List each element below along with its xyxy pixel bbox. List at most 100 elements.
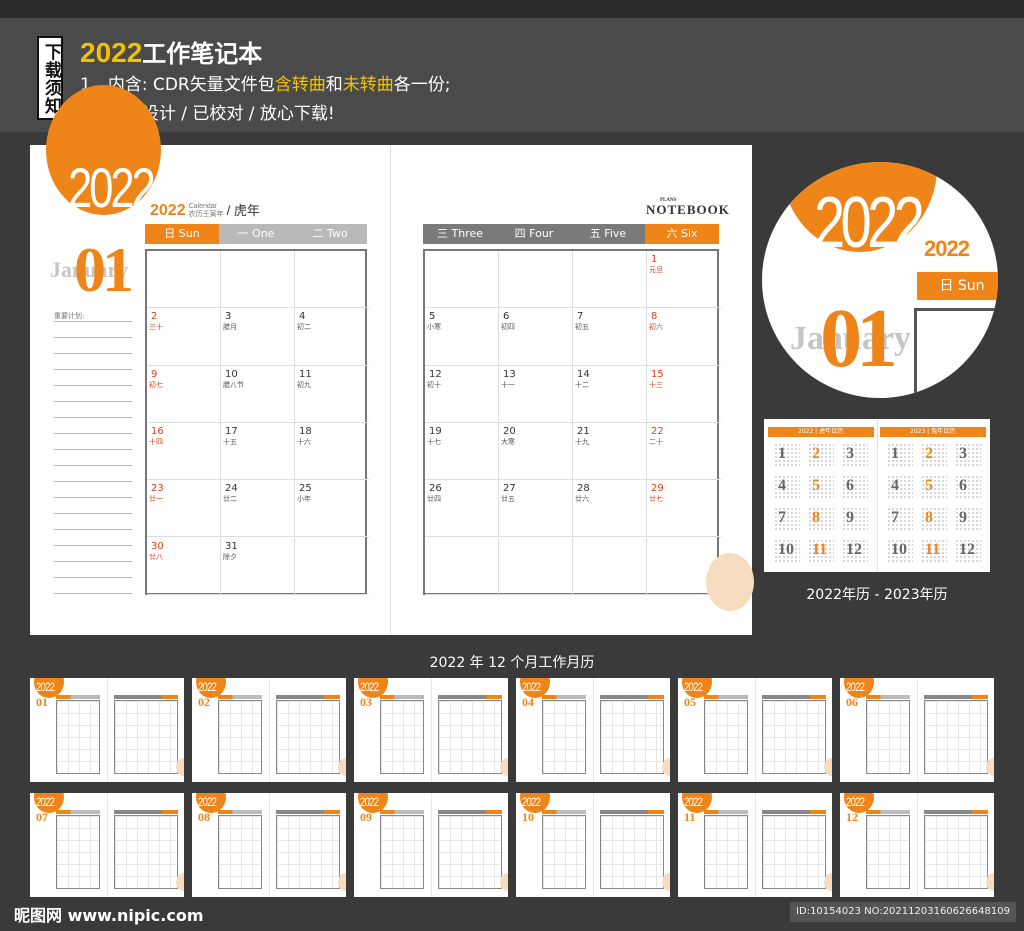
mini-month-number: 8	[812, 509, 820, 526]
day-cell: 27 廿五	[499, 480, 573, 538]
month-thumbnail: 2022 01	[30, 678, 184, 782]
month-number: 01	[74, 234, 134, 305]
mini-month-number: 1	[778, 445, 786, 462]
day-cell: 31 除夕	[221, 537, 295, 595]
thumb-day-bar	[56, 810, 100, 814]
thumb-month-number: 02	[198, 695, 210, 709]
lunar-date: 大寒	[501, 437, 515, 446]
day-number: 8	[651, 311, 658, 323]
day-cell	[499, 537, 573, 595]
thumb-grid-left	[218, 815, 262, 889]
lunar-date: 小年	[297, 495, 311, 504]
day-cell	[295, 538, 369, 595]
day-cell: 7 初五	[573, 308, 647, 366]
mini-month-number: 2	[925, 445, 933, 462]
mini-month-number: 10	[891, 541, 907, 558]
day-cell: 2 三十	[147, 308, 221, 366]
thumb-spine	[431, 793, 432, 897]
thumb-grid-right	[276, 815, 340, 889]
lunar-date: 廿一	[149, 495, 163, 504]
thumb-grid-right	[924, 815, 988, 889]
thumb-grid-right	[762, 815, 826, 889]
thumb-year: 2022	[522, 680, 541, 694]
mini-month-number: 4	[891, 477, 899, 494]
day-cell: 26 廿四	[425, 480, 499, 538]
thumb-month-number: 11	[684, 810, 696, 824]
thumb-day-bar	[380, 695, 424, 699]
plan-line	[54, 577, 132, 578]
thumb-month-number: 05	[684, 695, 696, 709]
day-cell: 23 廿一	[147, 480, 221, 538]
thumb-grid-left	[866, 700, 910, 774]
thumb-day-bar	[924, 695, 988, 699]
site-logo: 昵图网 www.nipic.com	[14, 906, 204, 925]
day-number: 13	[503, 368, 516, 380]
lunar-date: 廿二	[223, 495, 237, 504]
plan-line	[54, 481, 132, 482]
thumb-day-bar	[924, 810, 988, 814]
day-cell	[221, 251, 295, 309]
thumb-grid-left	[866, 815, 910, 889]
thumb-day-bar	[276, 810, 340, 814]
day-cell: 1 元旦	[647, 251, 721, 309]
day-number: 14	[577, 368, 590, 380]
month-thumbnail: 2022 09	[354, 793, 508, 897]
thumb-grid-right	[438, 815, 502, 889]
thumb-year: 2022	[36, 680, 55, 694]
day-number: 9	[151, 368, 158, 380]
thumb-day-bar	[438, 695, 502, 699]
thumb-spine	[269, 793, 270, 897]
plan-line	[54, 401, 132, 402]
lunar-date: 除夕	[223, 552, 237, 561]
tiger-year: / 虎年	[226, 203, 260, 218]
thumb-grid-left	[542, 700, 586, 774]
thumb-grid-right	[924, 700, 988, 774]
lunar-date: 十一	[501, 380, 515, 389]
day-cell	[425, 537, 499, 595]
day-header: 一 One	[219, 224, 293, 244]
notebook-word: NOTEBOOK	[646, 202, 730, 217]
thumb-year: 2022	[684, 680, 703, 694]
thumb-year: 2022	[360, 680, 379, 694]
thumb-spine	[917, 678, 918, 782]
plan-line	[54, 433, 132, 434]
day-number: 1	[651, 254, 658, 265]
plan-label: 重要计划:	[54, 312, 85, 320]
day-header: 五 Five	[571, 224, 645, 244]
mini-month-number: 1	[891, 445, 899, 462]
lunar-date: 十六	[297, 437, 311, 446]
lunar-date: 十九	[575, 437, 589, 446]
calendar-tag: Calendar 农历壬寅年	[189, 203, 224, 219]
day-cell: 25 小年	[295, 480, 369, 538]
lunar-date: 廿四	[427, 495, 441, 504]
thumb-spine	[593, 678, 594, 782]
lunar-date: 十二	[575, 380, 589, 389]
day-cell: 28 廿六	[573, 480, 647, 538]
day-number: 3	[225, 311, 232, 323]
thumb-month-number: 06	[846, 695, 858, 709]
line1-part-e: 各一份;	[393, 75, 451, 95]
calendar-word: Calendar	[188, 202, 218, 210]
day-cell: 18 十六	[295, 423, 369, 481]
mini-month-number: 5	[812, 477, 820, 494]
thumb-day-bar	[56, 695, 100, 699]
day-number: 15	[651, 368, 664, 380]
day-number: 10	[225, 368, 238, 380]
plan-line	[54, 321, 132, 322]
day-number: 30	[151, 540, 164, 552]
thumb-month-number: 03	[360, 695, 372, 709]
line1-part-c: 和	[325, 75, 343, 95]
thumb-spine	[593, 793, 594, 897]
plan-line	[54, 593, 132, 594]
plan-line	[54, 529, 132, 530]
thumb-day-bar	[542, 695, 586, 699]
mini-month-number: 3	[959, 445, 967, 462]
plan-line	[54, 353, 132, 354]
mini-month-number: 9	[846, 509, 854, 526]
thumb-year: 2022	[684, 795, 703, 809]
zoom-sun-header: 日 Sun	[917, 272, 998, 300]
day-number: 17	[225, 425, 238, 437]
thumb-year: 2022	[198, 680, 217, 694]
thumb-grid-right	[762, 700, 826, 774]
thumb-day-bar	[542, 810, 586, 814]
